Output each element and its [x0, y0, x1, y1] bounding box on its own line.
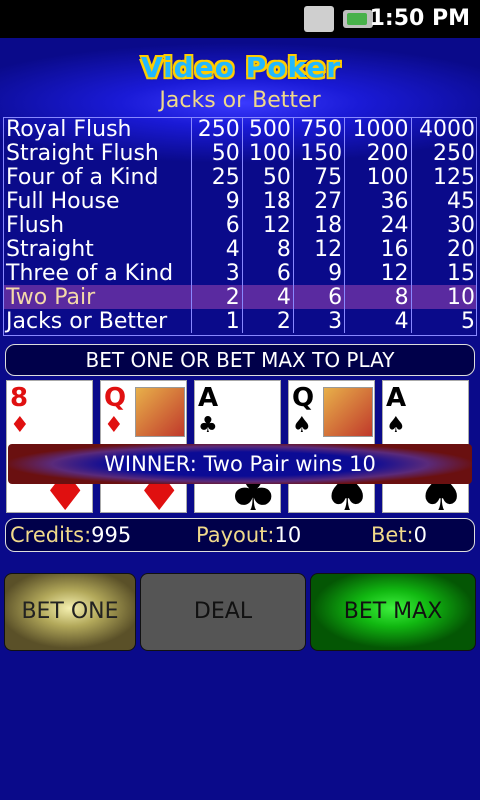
message-bar: BET ONE OR BET MAX TO PLAY	[5, 344, 475, 376]
paytable-payout: 12	[292, 237, 345, 262]
paytable-payout: 500	[241, 118, 294, 142]
game-screen: Video Poker Jacks or Better Royal Flush 2…	[0, 38, 480, 800]
credits-label: Credits:	[10, 523, 92, 547]
status-time: 1:50 PM	[369, 6, 470, 31]
video-poker-logo: Video Poker	[140, 50, 342, 84]
paytable-payout: 4	[344, 309, 412, 333]
paytable-hand-name: Full House	[6, 189, 120, 215]
queen-face-icon	[135, 387, 185, 437]
paytable-payout: 6	[190, 213, 243, 238]
payout-display: Payout:10	[196, 519, 301, 551]
deal-button[interactable]: DEAL	[140, 573, 306, 651]
card-suit-icon: ♦	[104, 413, 124, 438]
paytable-row: Four of a Kind 25 50 75 100 125	[4, 165, 477, 191]
game-subtitle: Jacks or Better	[159, 88, 321, 113]
paytable-payout: 100	[344, 165, 412, 190]
credits-value: 995	[91, 523, 132, 547]
paytable-payout: 125	[410, 165, 477, 190]
paytable-payout: 2	[190, 285, 243, 309]
bet-one-button[interactable]: BET ONE	[4, 573, 136, 651]
paytable-payout: 24	[344, 213, 412, 238]
card-rank: A	[386, 383, 407, 413]
paytable-payout: 3	[190, 261, 243, 286]
paytable-hand-name: Royal Flush	[6, 117, 132, 143]
paytable-payout: 10	[410, 285, 477, 309]
card-rank: 8	[10, 383, 29, 413]
card-suit-icon: ♦	[10, 413, 30, 438]
paytable-payout: 12	[241, 213, 294, 238]
paytable-payout: 15	[410, 261, 477, 286]
paytable-payout: 8	[344, 285, 412, 309]
paytable-hand-name: Three of a Kind	[6, 260, 174, 286]
paytable-payout: 18	[241, 189, 294, 214]
paytable-row: Two Pair 2 4 6 8 10	[4, 285, 477, 309]
queen-face-icon	[323, 387, 373, 437]
payout-value: 10	[274, 523, 302, 547]
status-bar: 1:50 PM	[0, 0, 480, 38]
paytable-row: Royal Flush 250 500 750 1000 4000	[4, 118, 477, 142]
paytable-row: Jacks or Better 1 2 3 4 5	[4, 309, 477, 333]
paytable-payout: 4	[190, 237, 243, 262]
paytable-payout: 1	[190, 309, 243, 333]
paytable-payout: 9	[190, 189, 243, 214]
paytable-payout: 50	[241, 165, 294, 190]
card-suit-icon: ♠	[386, 413, 406, 438]
paytable-payout: 9	[292, 261, 345, 286]
paytable-payout: 8	[241, 237, 294, 262]
paytable-payout: 150	[292, 141, 345, 166]
credits-display: Credits:995	[10, 519, 131, 551]
payout-label: Payout:	[196, 523, 275, 547]
winner-banner: WINNER: Two Pair wins 10	[8, 444, 472, 484]
paytable-row: Straight Flush 50 100 150 200 250	[4, 141, 477, 167]
card-rank: Q	[104, 383, 127, 413]
paytable-payout: 36	[344, 189, 412, 214]
paytable-hand-name: Flush	[6, 212, 65, 238]
paytable-payout: 25	[190, 165, 243, 190]
bet-max-button[interactable]: BET MAX	[310, 573, 476, 651]
battery-charging-icon	[343, 10, 373, 28]
paytable-payout: 6	[241, 261, 294, 286]
card-suit-icon: ♣	[198, 413, 218, 438]
paytable-payout: 30	[410, 213, 477, 238]
paytable-payout: 1000	[344, 118, 412, 142]
paytable: Royal Flush 250 500 750 1000 4000 Straight Flu…	[4, 118, 477, 333]
paytable-row: Flush 6 12 18 24 30	[4, 212, 477, 238]
paytable-payout: 4	[241, 285, 294, 309]
info-bar: Credits:995 Payout:10 Bet:0	[5, 518, 475, 552]
paytable-payout: 3	[292, 309, 345, 333]
card-suit-icon: ♠	[292, 413, 312, 438]
paytable-payout: 750	[292, 118, 345, 142]
paytable-payout: 27	[292, 189, 345, 214]
paytable-payout: 18	[292, 213, 345, 238]
paytable-payout: 45	[410, 189, 477, 214]
paytable-payout: 16	[344, 237, 412, 262]
bet-value: 0	[413, 523, 428, 547]
airplane-icon	[304, 6, 334, 32]
paytable-row: Three of a Kind 3 6 9 12 15	[4, 260, 477, 286]
card-rank: A	[198, 383, 219, 413]
paytable-payout: 75	[292, 165, 345, 190]
paytable-payout: 250	[410, 141, 477, 166]
paytable-payout: 20	[410, 237, 477, 262]
paytable-hand-name: Jacks or Better	[6, 308, 168, 334]
paytable-payout: 12	[344, 261, 412, 286]
paytable-hand-name: Straight Flush	[6, 141, 159, 167]
bet-label: Bet:	[371, 523, 414, 547]
paytable-payout: 200	[344, 141, 412, 166]
paytable-row: Full House 9 18 27 36 45	[4, 189, 477, 215]
paytable-hand-name: Two Pair	[6, 284, 96, 310]
card-rank: Q	[292, 383, 315, 413]
bet-display: Bet:0	[371, 519, 427, 551]
paytable-row: Straight 4 8 12 16 20	[4, 236, 477, 262]
paytable-payout: 2	[241, 309, 294, 333]
paytable-payout: 6	[292, 285, 345, 309]
paytable-hand-name: Straight	[6, 236, 94, 262]
paytable-payout: 250	[190, 118, 243, 142]
paytable-payout: 4000	[410, 118, 477, 142]
paytable-payout: 50	[190, 141, 243, 166]
paytable-hand-name: Four of a Kind	[6, 165, 159, 191]
paytable-payout: 100	[241, 141, 294, 166]
paytable-payout: 5	[410, 309, 477, 333]
